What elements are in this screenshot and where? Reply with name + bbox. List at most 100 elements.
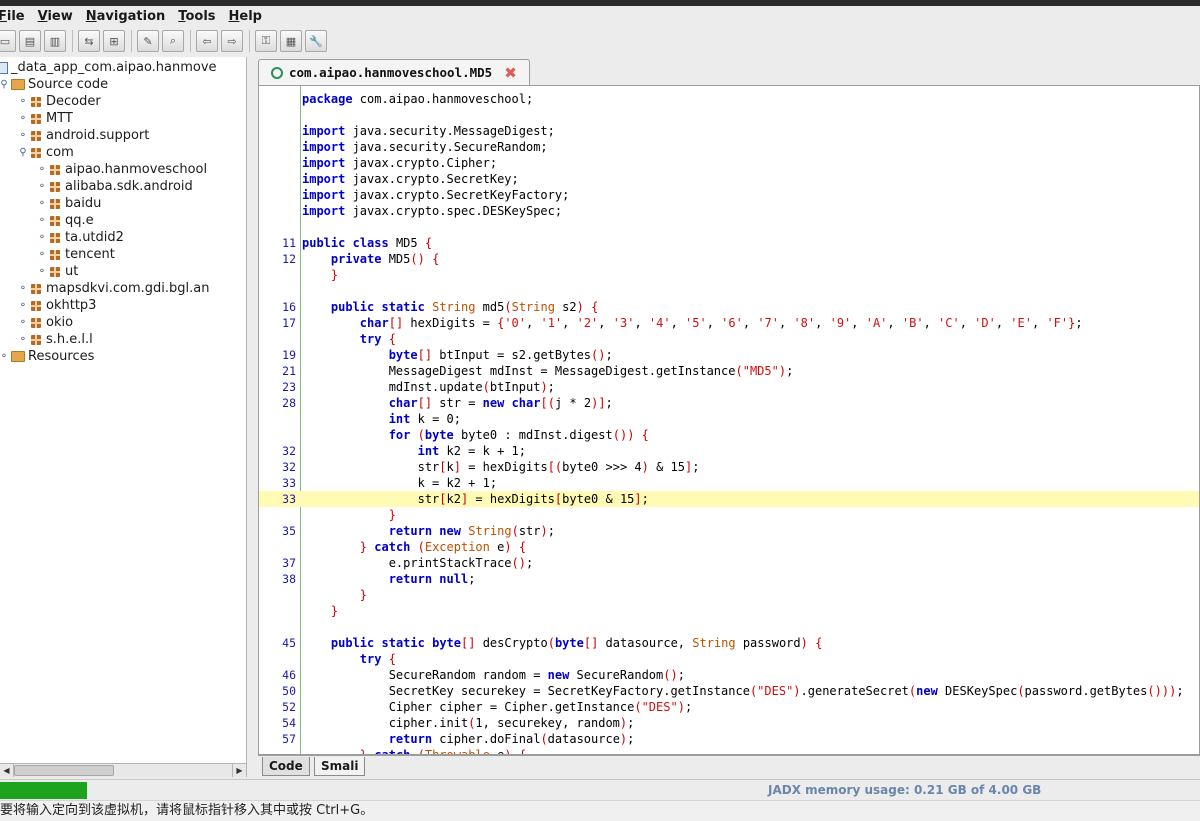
code-line[interactable]: 45 public static byte[] desCrypto(byte[]… — [259, 635, 1199, 651]
code-line[interactable]: import javax.crypto.spec.DESKeySpec; — [259, 203, 1199, 219]
editor-tab-md5[interactable]: com.aipao.hanmoveschool.MD5 ✖ — [258, 59, 530, 85]
tree-item-alibaba[interactable]: ⚬ alibaba.sdk.android — [37, 178, 193, 195]
code-line[interactable]: 32 str[k] = hexDigits[(byte0 >>> 4) & 15… — [259, 459, 1199, 475]
code-line[interactable]: 57 return cipher.doFinal(datasource); — [259, 731, 1199, 747]
expand-toggle-icon[interactable]: ⚲ — [0, 79, 9, 90]
code-line[interactable]: 35 return new String(str); — [259, 523, 1199, 539]
code-line[interactable]: } — [259, 507, 1199, 523]
code-line[interactable]: package com.aipao.hanmoveschool; — [259, 91, 1199, 107]
code-line[interactable]: 50 SecretKey securekey = SecretKeyFactor… — [259, 683, 1199, 699]
save-all-icon[interactable]: ▤ — [19, 30, 41, 52]
tree-item-decoder[interactable]: ⚬ Decoder — [18, 93, 101, 110]
code-line[interactable] — [259, 619, 1199, 635]
menu-file[interactable]: File — [0, 9, 25, 24]
code-line[interactable] — [259, 107, 1199, 123]
code-line[interactable]: 11 public class MD5 { — [259, 235, 1199, 251]
code-line[interactable]: 33 str[k2] = hexDigits[byte0 & 15]; — [259, 491, 1199, 507]
collapsed-toggle-icon[interactable]: ⚬ — [18, 334, 28, 345]
code-line[interactable]: import java.security.MessageDigest; — [259, 123, 1199, 139]
scrollbar-thumb[interactable] — [14, 765, 114, 776]
tree-item-android-support[interactable]: ⚬ android.support — [18, 127, 150, 144]
tree-item-qq-e[interactable]: ⚬ qq.e — [37, 212, 94, 229]
code-line[interactable]: } — [259, 587, 1199, 603]
scroll-right-arrow-icon[interactable]: ▶ — [232, 764, 246, 777]
code-line[interactable]: 21 MessageDigest mdInst = MessageDigest.… — [259, 363, 1199, 379]
code-line[interactable]: try { — [259, 651, 1199, 667]
tree-item-ut[interactable]: ⚬ ut — [37, 263, 79, 280]
back-arrow-icon[interactable]: ⇦ — [196, 30, 218, 52]
code-line[interactable]: 17 char[] hexDigits = {'0', '1', '2', '3… — [259, 315, 1199, 331]
code-line[interactable]: import javax.crypto.SecretKeyFactory; — [259, 187, 1199, 203]
collapsed-toggle-icon[interactable]: ⚬ — [18, 300, 28, 311]
collapsed-toggle-icon[interactable]: ⚬ — [0, 351, 9, 362]
code-line[interactable]: 46 SecureRandom random = new SecureRando… — [259, 667, 1199, 683]
code-line[interactable]: } catch (Throwable e) { — [259, 747, 1199, 754]
collapsed-toggle-icon[interactable]: ⚬ — [37, 215, 47, 226]
code-line[interactable] — [259, 219, 1199, 235]
code-line[interactable]: 33 k = k2 + 1; — [259, 475, 1199, 491]
tree-item-mapsdkvi[interactable]: ⚬ mapsdkvi.com.gdi.bgl.an — [18, 280, 210, 297]
menu-tools[interactable]: Tools — [178, 9, 215, 24]
tree-root[interactable]: _data_app_com.aipao.hanmove — [0, 59, 217, 76]
sync-tree-icon[interactable]: ⇆ — [78, 30, 100, 52]
collapsed-toggle-icon[interactable]: ⚬ — [37, 266, 47, 277]
code-line[interactable]: 52 Cipher cipher = Cipher.getInstance("D… — [259, 699, 1199, 715]
collapsed-toggle-icon[interactable]: ⚬ — [18, 317, 28, 328]
code-line[interactable]: 16 public static String md5(String s2) { — [259, 299, 1199, 315]
code-line[interactable]: int k = 0; — [259, 411, 1199, 427]
collapsed-toggle-icon[interactable]: ⚬ — [37, 249, 47, 260]
collapsed-toggle-icon[interactable]: ⚬ — [37, 164, 47, 175]
tree-item-okhttp3[interactable]: ⚬ okhttp3 — [18, 297, 97, 314]
text-search-icon[interactable]: ✎ — [137, 30, 159, 52]
tree-horizontal-scrollbar[interactable]: ◀ ▶ — [0, 763, 247, 777]
class-search-icon[interactable]: ⌕ — [162, 30, 184, 52]
code-line[interactable]: 37 e.printStackTrace(); — [259, 555, 1199, 571]
code-line[interactable]: import java.security.SecureRandom; — [259, 139, 1199, 155]
code-line[interactable]: import javax.crypto.SecretKey; — [259, 171, 1199, 187]
close-icon[interactable]: ✖ — [504, 64, 517, 82]
code-line[interactable] — [259, 283, 1199, 299]
code-line[interactable]: } catch (Exception e) { — [259, 539, 1199, 555]
collapsed-toggle-icon[interactable]: ⚬ — [18, 96, 28, 107]
open-file-icon[interactable]: ▭ — [0, 30, 16, 52]
collapsed-toggle-icon[interactable]: ⚬ — [37, 198, 47, 209]
code-line[interactable]: } — [259, 267, 1199, 283]
code-line[interactable]: 19 byte[] btInput = s2.getBytes(); — [259, 347, 1199, 363]
tab-smali[interactable]: Smali — [314, 757, 366, 776]
tree-item-com[interactable]: ⚲ com — [18, 144, 73, 161]
collapsed-toggle-icon[interactable]: ⚬ — [18, 130, 28, 141]
tree-item-okio[interactable]: ⚬ okio — [18, 314, 73, 331]
export-icon[interactable]: ▥ — [44, 30, 66, 52]
code-line[interactable]: import javax.crypto.Cipher; — [259, 155, 1199, 171]
code-editor[interactable]: package com.aipao.hanmoveschool; import j… — [258, 85, 1200, 755]
expand-toggle-icon[interactable]: ⚲ — [18, 147, 28, 158]
code-line[interactable]: 23 mdInst.update(btInput); — [259, 379, 1199, 395]
code-line[interactable]: 12 private MD5() { — [259, 251, 1199, 267]
tree-item-tencent[interactable]: ⚬ tencent — [37, 246, 115, 263]
log-viewer-icon[interactable]: ▦ — [280, 30, 302, 52]
preferences-wrench-icon[interactable]: 🔧 — [305, 30, 327, 52]
deobfuscation-icon[interactable]: ⚿ — [255, 30, 277, 52]
code-line[interactable]: try { — [259, 331, 1199, 347]
menu-help[interactable]: Help — [229, 9, 262, 24]
code-line[interactable]: for (byte byte0 : mdInst.digest()) { — [259, 427, 1199, 443]
code-line[interactable]: } — [259, 603, 1199, 619]
collapsed-toggle-icon[interactable]: ⚬ — [18, 113, 28, 124]
tree-item-shell[interactable]: ⚬ s.h.e.l.l — [18, 331, 93, 348]
tree-item-baidu[interactable]: ⚬ baidu — [37, 195, 102, 212]
tree-item-resources[interactable]: ⚬ Resources — [0, 348, 94, 365]
scroll-left-arrow-icon[interactable]: ◀ — [0, 764, 14, 777]
code-line[interactable]: 38 return null; — [259, 571, 1199, 587]
tab-code[interactable]: Code — [262, 757, 310, 776]
collapsed-toggle-icon[interactable]: ⚬ — [37, 181, 47, 192]
menu-view[interactable]: View — [38, 9, 73, 24]
tree-source-code[interactable]: ⚲ Source code — [0, 76, 108, 93]
flatten-packages-icon[interactable]: ⊞ — [103, 30, 125, 52]
code-line[interactable]: 54 cipher.init(1, securekey, random); — [259, 715, 1199, 731]
code-line[interactable]: 28 char[] str = new char[(j * 2)]; — [259, 395, 1199, 411]
collapsed-toggle-icon[interactable]: ⚬ — [37, 232, 47, 243]
tree-item-mtt[interactable]: ⚬ MTT — [18, 110, 73, 127]
code-line[interactable]: 32 int k2 = k + 1; — [259, 443, 1199, 459]
tree-item-aipao[interactable]: ⚬ aipao.hanmoveschool — [37, 161, 207, 178]
forward-arrow-icon[interactable]: ⇨ — [221, 30, 243, 52]
